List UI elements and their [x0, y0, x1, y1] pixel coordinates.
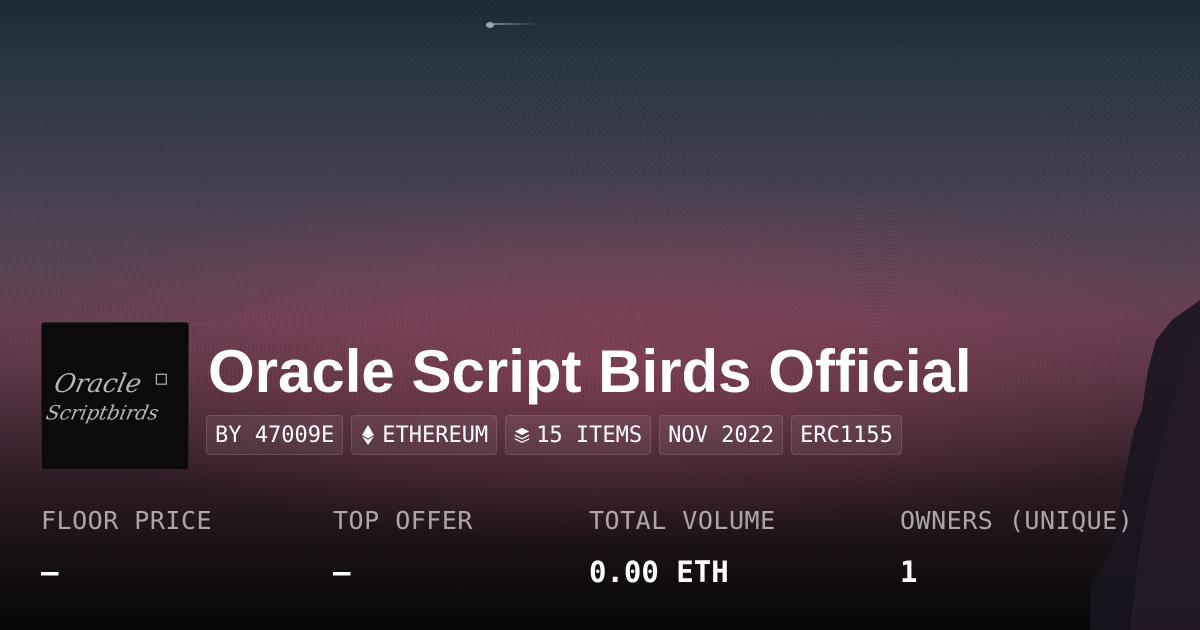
- collection-logo: Oracle Scriptbirds: [41, 322, 189, 470]
- chain-label: ETHEREUM: [382, 422, 489, 448]
- stat-label: TOTAL VOLUME: [589, 506, 776, 535]
- shooting-star-trail: [494, 23, 538, 25]
- chain-chip[interactable]: ETHEREUM: [351, 415, 498, 455]
- stat-label: FLOOR PRICE: [41, 506, 213, 535]
- stat-label: OWNERS (UNIQUE): [900, 506, 1134, 535]
- created-date-label: NOV 2022: [668, 422, 775, 448]
- items-label: 15 ITEMS: [536, 422, 643, 448]
- stat-label: TOP OFFER: [333, 506, 473, 535]
- created-date-chip: NOV 2022: [659, 415, 784, 455]
- token-standard-chip: ERC1155: [791, 415, 902, 455]
- token-standard-label: ERC1155: [800, 422, 893, 448]
- ethereum-icon: [360, 424, 376, 446]
- shooting-star: [486, 22, 494, 28]
- stat-owners: OWNERS (UNIQUE) 1: [900, 503, 1133, 590]
- creator-label: BY 47009E: [215, 422, 335, 448]
- stat-value: –: [41, 555, 59, 589]
- stat-value: –: [333, 555, 351, 589]
- collection-title: Oracle Script Birds Official: [208, 338, 972, 405]
- collection-meta-chips: BY 47009E ETHEREUM 15 ITEMS NOV 2022 ERC…: [206, 415, 902, 455]
- stat-total-volume: TOTAL VOLUME 0.00 ETH: [589, 503, 776, 590]
- layers-icon: [514, 424, 530, 446]
- items-chip[interactable]: 15 ITEMS: [505, 415, 652, 455]
- logo-line-2: Scriptbirds: [44, 401, 161, 425]
- stat-floor-price: FLOOR PRICE –: [41, 503, 212, 590]
- stat-value: 1: [900, 555, 918, 589]
- logo-line-1: Oracle: [51, 369, 144, 399]
- creator-chip[interactable]: BY 47009E: [206, 415, 344, 455]
- stat-top-offer: TOP OFFER –: [333, 503, 473, 590]
- stat-value: 0.00 ETH: [589, 555, 729, 589]
- collection-preview-card: Oracle Scriptbirds Oracle Script Birds O…: [0, 0, 1200, 630]
